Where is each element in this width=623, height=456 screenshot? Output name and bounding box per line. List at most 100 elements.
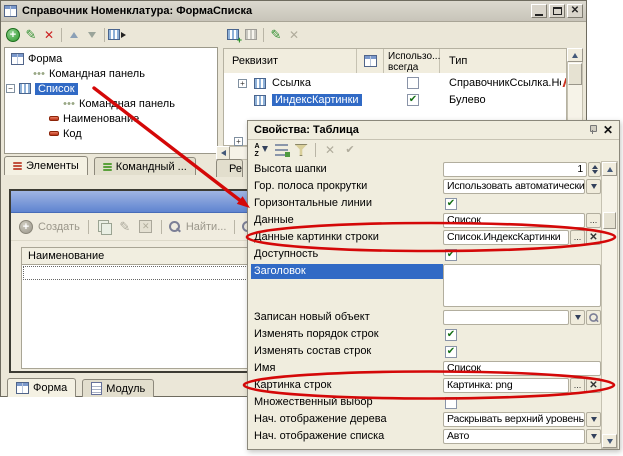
clear-value-button[interactable]: ✕	[586, 230, 601, 245]
property-value-field[interactable]: Список.ИндексКартинки	[443, 230, 569, 245]
checkbox[interactable]: ✔	[445, 198, 457, 210]
property-label[interactable]: Картинка строк	[251, 378, 443, 393]
column-header-type[interactable]: Тип	[440, 49, 564, 73]
attribute-row[interactable]: +СсылкаСправочникСсылка.Ном	[224, 75, 566, 92]
tab-Командный ...[interactable]: Командный ...	[94, 157, 196, 175]
tree-item[interactable]: −Список	[5, 81, 217, 96]
property-label[interactable]: Горизонтальные линии	[251, 196, 443, 211]
close-button[interactable]: ✕	[567, 4, 583, 18]
column-header-icon[interactable]	[357, 49, 384, 73]
scroll-up-button[interactable]	[602, 162, 617, 176]
move-down-button[interactable]	[83, 26, 101, 44]
property-value-field[interactable]	[443, 310, 569, 325]
property-value-field[interactable]: Авто	[443, 429, 585, 444]
property-value-field[interactable]: Использовать автоматически	[443, 179, 585, 194]
checkbox[interactable]	[445, 397, 457, 409]
scroll-thumb[interactable]	[603, 212, 616, 229]
copy-button[interactable]	[95, 218, 113, 236]
column-header-name[interactable]: Реквизит	[224, 49, 357, 73]
delete-button[interactable]: ✕	[137, 218, 155, 236]
property-label[interactable]: Изменять состав строк	[251, 344, 443, 359]
copy-attribute-button[interactable]	[242, 26, 260, 44]
property-label[interactable]: Данные	[251, 213, 443, 228]
scroll-up-button[interactable]	[567, 48, 583, 62]
dropdown-button[interactable]	[586, 429, 601, 444]
spinner-button[interactable]	[588, 162, 601, 177]
tab-Модуль[interactable]: Модуль	[82, 379, 154, 397]
sort-alphabetical-button[interactable]: AZ	[252, 141, 270, 159]
dropdown-button[interactable]	[570, 310, 585, 325]
ellipsis-button[interactable]: ...	[586, 213, 601, 228]
maximize-button[interactable]	[549, 4, 565, 18]
expand-icon[interactable]: +	[234, 137, 243, 146]
property-label[interactable]: Нач. отображение дерева	[251, 412, 443, 427]
tree-item[interactable]: Командная панель	[5, 66, 217, 81]
checkbox[interactable]: ✔	[445, 329, 457, 341]
create-button[interactable]: Создать	[38, 221, 80, 233]
property-value-field[interactable]: Список	[443, 361, 601, 376]
cancel-edit-button[interactable]: ✕	[321, 141, 339, 159]
property-value-field[interactable]: Список	[443, 213, 585, 228]
property-label[interactable]: Гор. полоса прокрутки	[251, 179, 443, 194]
property-value-field[interactable]	[443, 264, 601, 307]
delete-attribute-button[interactable]: ✕	[285, 26, 303, 44]
ellipsis-button[interactable]: ...	[570, 230, 585, 245]
move-up-button[interactable]	[65, 26, 83, 44]
tree-item[interactable]: Командная панель	[5, 96, 217, 111]
property-label[interactable]: Имя	[251, 361, 443, 376]
minimize-button[interactable]	[531, 4, 547, 18]
tree-item[interactable]: Форма	[5, 51, 217, 66]
checkbox[interactable]: ✔	[407, 94, 419, 106]
sort-by-category-button[interactable]	[272, 141, 290, 159]
properties-close-button[interactable]: ✕	[603, 124, 613, 136]
checkbox[interactable]	[407, 77, 419, 89]
search-button-glyph	[588, 312, 598, 322]
checkbox[interactable]: ✔	[445, 249, 457, 261]
properties-titlebar[interactable]: Свойства: Таблица ✕	[248, 121, 619, 140]
properties-scrollbar[interactable]	[601, 161, 618, 449]
checkbox[interactable]: ✔	[445, 346, 457, 358]
ellipsis-button[interactable]: ...	[570, 378, 585, 393]
window-titlebar[interactable]: Справочник Номенклатура: ФормаСписка ✕	[1, 1, 586, 22]
column-header-used[interactable]: Использо...всегда	[384, 49, 440, 73]
expand-icon[interactable]: +	[238, 79, 247, 88]
delete-element-button[interactable]: ✕	[40, 26, 58, 44]
property-label[interactable]: Изменять порядок строк	[251, 327, 443, 342]
property-label[interactable]: Записан новый объект	[251, 310, 443, 325]
filter-button[interactable]	[292, 141, 310, 159]
tree-item[interactable]: Наименование	[5, 111, 217, 126]
scroll-left-button[interactable]	[216, 146, 230, 160]
attributes-horizontal-scrollbar[interactable]	[216, 146, 250, 160]
property-value-field[interactable]: Картинка: png	[443, 378, 569, 393]
dropdown-button[interactable]	[586, 179, 601, 194]
edit-attribute-button[interactable]: ✎	[267, 26, 285, 44]
tree-item[interactable]: Код	[5, 126, 217, 141]
pin-icon[interactable]	[588, 125, 597, 135]
add-attribute-button[interactable]: +	[224, 26, 242, 44]
property-label[interactable]: Данные картинки строки	[251, 230, 443, 245]
tab-attributes[interactable]: Ре	[216, 159, 243, 177]
add-element-button[interactable]: +	[4, 26, 22, 44]
property-label[interactable]: Множественный выбор	[251, 395, 443, 410]
arrow-up-icon	[572, 53, 578, 58]
clear-value-button[interactable]: ✕	[586, 378, 601, 393]
dropdown-button[interactable]	[586, 412, 601, 427]
scroll-down-button[interactable]	[602, 434, 617, 448]
attribute-row[interactable]: ИндексКартинки✔Булево	[224, 92, 566, 109]
edit-button[interactable]: ✎	[116, 218, 134, 236]
collapse-icon[interactable]: −	[6, 84, 15, 93]
search-button[interactable]	[586, 310, 601, 325]
apply-edit-button[interactable]: ✔	[341, 141, 359, 159]
property-value-field[interactable]: 1	[443, 162, 587, 177]
property-label[interactable]: Доступность	[251, 247, 443, 262]
find-button[interactable]: Найти...	[186, 221, 227, 233]
scroll-thumb[interactable]	[568, 63, 582, 85]
tab-Форма[interactable]: Форма	[7, 378, 76, 397]
property-value-field[interactable]: Раскрывать верхний уровень	[443, 412, 585, 427]
property-label[interactable]: Высота шапки	[251, 162, 443, 177]
tab-Элементы[interactable]: Элементы	[4, 156, 88, 175]
edit-element-button[interactable]: ✎	[22, 26, 40, 44]
property-label[interactable]: Заголовок	[251, 264, 443, 279]
table-settings-button[interactable]	[108, 26, 126, 44]
property-label[interactable]: Нач. отображение списка	[251, 429, 443, 444]
